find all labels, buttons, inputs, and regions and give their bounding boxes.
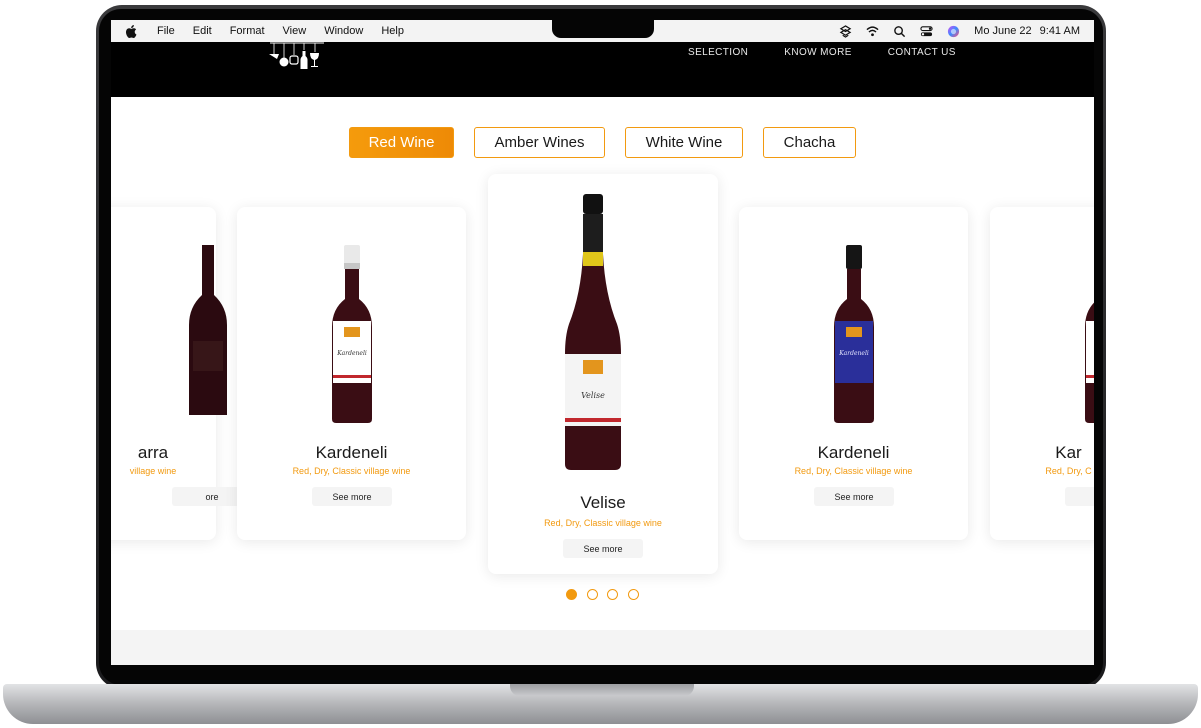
winery-logo-icon[interactable] bbox=[266, 42, 328, 72]
category-tabs: Red Wine Amber Wines White Wine Chacha bbox=[111, 127, 1094, 158]
laptop-mockup: File Edit Format View Window Help Mo Jun… bbox=[0, 0, 1201, 728]
wine-name: Kar bbox=[1055, 443, 1082, 462]
screen: File Edit Format View Window Help Mo Jun… bbox=[111, 20, 1094, 665]
nav-contact-us[interactable]: CONTACT US bbox=[888, 47, 956, 58]
dropbox-icon[interactable] bbox=[839, 24, 852, 38]
menu-window[interactable]: Window bbox=[324, 25, 363, 37]
svg-text:Velise: Velise bbox=[581, 391, 605, 400]
wine-description: Red, Dry, Classic village wine bbox=[292, 466, 411, 476]
camera-notch bbox=[552, 18, 654, 38]
apple-logo-icon[interactable] bbox=[125, 24, 137, 38]
wine-bottle-image: Velise bbox=[565, 194, 621, 470]
see-more-button[interactable]: See more bbox=[312, 487, 392, 506]
wine-card-featured[interactable]: Velise Velise Red, Dry, Classic village … bbox=[488, 174, 718, 574]
menu-view[interactable]: View bbox=[283, 25, 307, 37]
menu-file[interactable]: File bbox=[157, 25, 175, 37]
tab-chacha[interactable]: Chacha bbox=[763, 127, 856, 158]
nav-know-more[interactable]: KNOW MORE bbox=[784, 47, 852, 58]
footer-section bbox=[111, 630, 1094, 665]
carousel-dot[interactable] bbox=[566, 589, 577, 600]
wine-name: Velise bbox=[580, 493, 626, 512]
tab-red-wine[interactable]: Red Wine bbox=[349, 127, 454, 158]
carousel-dot[interactable] bbox=[586, 589, 598, 600]
wine-name: Kardeneli bbox=[817, 443, 890, 462]
svg-text:Kardeneli: Kardeneli bbox=[336, 350, 367, 357]
main-nav: SELECTION KNOW MORE CONTACT US bbox=[688, 47, 992, 58]
control-center-icon[interactable] bbox=[920, 25, 933, 38]
menu-help[interactable]: Help bbox=[381, 25, 404, 37]
wine-card[interactable]: Kardeneli Kardeneli Red, Dry, Classic vi… bbox=[739, 207, 968, 540]
tab-amber-wines[interactable]: Amber Wines bbox=[474, 127, 605, 158]
wine-card[interactable]: Kardeneli Kardeneli Red, Dry, Classic vi… bbox=[237, 207, 466, 540]
carousel-dot[interactable] bbox=[607, 589, 618, 600]
wine-bottle-image bbox=[1085, 302, 1094, 423]
carousel-dot[interactable] bbox=[627, 589, 639, 600]
see-more-button[interactable]: Se bbox=[1065, 487, 1094, 506]
wine-card[interactable]: Kar Red, Dry, C Se bbox=[990, 207, 1094, 540]
wine-description: Red, Dry, Classic village wine bbox=[794, 466, 913, 476]
wine-catalog-section: Red Wine Amber Wines White Wine Chacha a… bbox=[111, 97, 1094, 665]
wifi-icon[interactable] bbox=[866, 25, 879, 38]
wine-description: Red, Dry, Classic village wine bbox=[544, 518, 662, 528]
svg-text:Kardeneli: Kardeneli bbox=[838, 350, 869, 357]
wine-bottle-image bbox=[189, 245, 227, 415]
see-more-button[interactable]: See more bbox=[563, 539, 643, 558]
wine-bottle-image: Kardeneli bbox=[332, 245, 372, 423]
wine-name: Kardeneli bbox=[315, 443, 388, 462]
menu-time: 9:41 AM bbox=[1039, 25, 1080, 37]
carousel-pagination bbox=[566, 589, 648, 600]
tab-white-wine[interactable]: White Wine bbox=[625, 127, 743, 158]
search-icon[interactable] bbox=[893, 25, 906, 38]
wine-description: Red, Dry, C bbox=[1045, 466, 1092, 476]
siri-icon[interactable] bbox=[947, 25, 960, 38]
nav-selection[interactable]: SELECTION bbox=[688, 47, 748, 58]
trackpad-lip bbox=[510, 684, 694, 696]
menu-date: Mo June 22 bbox=[974, 25, 1032, 37]
menu-format[interactable]: Format bbox=[230, 25, 265, 37]
site-header: SELECTION KNOW MORE CONTACT US bbox=[111, 42, 1094, 97]
see-more-button[interactable]: See more bbox=[814, 487, 894, 506]
wine-card[interactable]: arra village wine ore bbox=[111, 207, 252, 540]
wine-bottle-image: Kardeneli bbox=[834, 245, 874, 423]
menu-edit[interactable]: Edit bbox=[193, 25, 212, 37]
